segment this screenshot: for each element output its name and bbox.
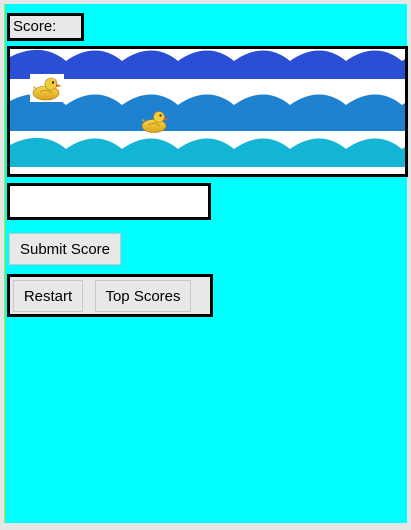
wave-row-3 <box>10 138 405 167</box>
game-canvas[interactable] <box>7 46 408 177</box>
wave-row-2 <box>10 94 405 131</box>
submit-score-button[interactable]: Submit Score <box>9 233 121 265</box>
game-page: Score: Submit Score Restart Top Scores <box>4 4 408 523</box>
restart-button[interactable]: Restart <box>13 280 83 312</box>
game-controls: Restart Top Scores <box>7 274 213 317</box>
score-label: Score: <box>13 18 57 35</box>
score-display: Score: <box>7 13 84 41</box>
duck-1[interactable] <box>30 74 64 102</box>
score-input[interactable] <box>7 183 211 220</box>
wave-row-1 <box>10 50 405 79</box>
waves-scene <box>10 50 405 167</box>
top-scores-button[interactable]: Top Scores <box>95 280 191 312</box>
